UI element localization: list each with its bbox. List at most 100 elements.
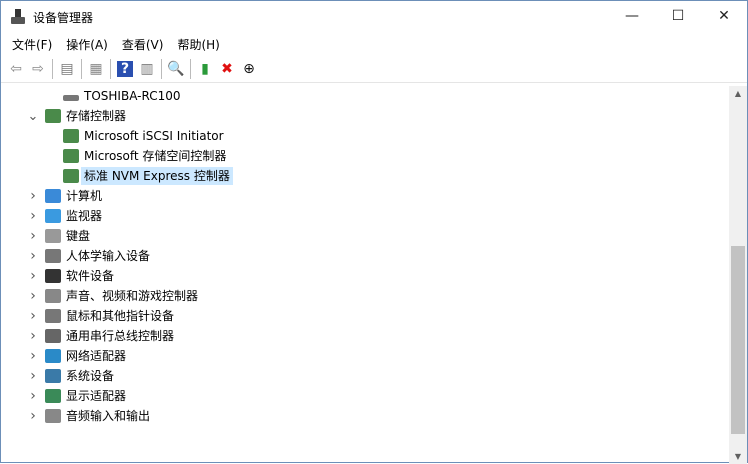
tree-item[interactable]: › 声音、视频和游戏控制器	[1, 286, 729, 306]
vertical-scrollbar[interactable]: ▲ ▼	[729, 86, 747, 464]
show-hide-console-tree-glyph: ▤	[60, 60, 74, 77]
menu-bar: 文件(F) 操作(A) 查看(V) 帮助(H)	[1, 33, 747, 55]
toolbar-separator	[81, 58, 82, 79]
toolbar-separator	[161, 58, 162, 79]
forward-icon[interactable]: ⇨	[27, 58, 49, 80]
scroll-down-arrow-icon[interactable]: ▼	[729, 452, 747, 461]
tree-item[interactable]: › 系统设备	[1, 366, 729, 386]
menu-help[interactable]: 帮助(H)	[170, 36, 226, 53]
menu-view[interactable]: 查看(V)	[115, 36, 171, 53]
expand-chevron-icon[interactable]: ›	[27, 308, 39, 324]
tree-item-label: 鼠标和其他指针设备	[66, 309, 175, 323]
tree-item-label: Microsoft 存储空间控制器	[84, 149, 227, 163]
toolbar-separator	[52, 58, 53, 79]
tree-item-label: TOSHIBA-RC100	[84, 89, 181, 103]
tree-item[interactable]: 标准 NVM Express 控制器	[1, 166, 729, 186]
tree-item-label: 标准 NVM Express 控制器	[81, 167, 233, 185]
software-icon	[45, 269, 61, 283]
collapse-chevron-icon[interactable]: ⌄	[27, 109, 39, 124]
audio-icon	[45, 409, 61, 423]
tree-item[interactable]: › 监视器	[1, 206, 729, 226]
tree-item[interactable]: ⌄ 存储控制器	[1, 106, 729, 126]
expand-chevron-icon[interactable]: ›	[27, 328, 39, 344]
device-manager-icon	[11, 9, 25, 25]
help-glyph: ?	[116, 60, 134, 77]
disk-icon	[63, 95, 79, 101]
tree-item-label: 监视器	[66, 209, 103, 223]
uninstall-device-glyph: ✖	[221, 60, 233, 77]
menu-file[interactable]: 文件(F)	[5, 36, 59, 53]
properties-icon[interactable]: ▦	[85, 58, 107, 80]
tree-item-label: 音频输入和输出	[66, 409, 151, 423]
expand-chevron-icon[interactable]: ›	[27, 408, 39, 424]
mouse-icon	[45, 309, 61, 323]
tree-item[interactable]: › 音频输入和输出	[1, 406, 729, 426]
scan-hardware-icon[interactable]: 🔍	[165, 58, 187, 80]
storage-icon	[45, 109, 61, 123]
close-button[interactable]: ✕	[701, 1, 747, 31]
tree-item-label: 网络适配器	[66, 349, 127, 363]
scan-hardware-glyph: 🔍	[167, 60, 185, 77]
keyboard-icon	[45, 229, 61, 243]
tree-item-label: 软件设备	[66, 269, 115, 283]
tree-item-label: 人体学输入设备	[66, 249, 151, 263]
update-driver-glyph: ▮	[201, 60, 209, 77]
back-icon[interactable]: ⇦	[5, 58, 27, 80]
toolbar-separator	[110, 58, 111, 79]
tree-item-label: Microsoft iSCSI Initiator	[84, 129, 224, 143]
show-action-pane-glyph: ▥	[140, 60, 154, 77]
show-action-pane-icon[interactable]: ▥	[136, 58, 158, 80]
tree-item[interactable]: TOSHIBA-RC100	[1, 86, 729, 106]
minimize-button[interactable]: —	[609, 1, 655, 31]
device-tree: TOSHIBA-RC100 ⌄ 存储控制器 Microsoft iSCSI Initi…	[1, 86, 729, 464]
window-title: 设备管理器	[33, 10, 94, 25]
uninstall-device-icon[interactable]: ✖	[216, 58, 238, 80]
monitor-icon	[45, 209, 61, 223]
display-icon	[45, 389, 61, 403]
maximize-button[interactable]: ☐	[655, 1, 701, 31]
tree-item[interactable]: › 计算机	[1, 186, 729, 206]
menu-action[interactable]: 操作(A)	[59, 36, 115, 53]
computer-icon	[45, 189, 61, 203]
sound-icon	[45, 289, 61, 303]
toolbar: ⇦ ⇨ ▤ ▦? ▥ 🔍 ▮ ✖ ⊕	[1, 55, 747, 83]
disable-device-icon[interactable]: ⊕	[238, 58, 260, 80]
tree-item[interactable]: › 人体学输入设备	[1, 246, 729, 266]
tree-item[interactable]: › 软件设备	[1, 266, 729, 286]
expand-chevron-icon[interactable]: ›	[27, 228, 39, 244]
show-hide-console-tree-icon[interactable]: ▤	[56, 58, 78, 80]
tree-item[interactable]: › 网络适配器	[1, 346, 729, 366]
expand-chevron-icon[interactable]: ›	[27, 188, 39, 204]
scroll-up-arrow-icon[interactable]: ▲	[729, 89, 747, 98]
expand-chevron-icon[interactable]: ›	[27, 288, 39, 304]
expand-chevron-icon[interactable]: ›	[27, 268, 39, 284]
hid-icon	[45, 249, 61, 263]
expand-chevron-icon[interactable]: ›	[27, 208, 39, 224]
update-driver-icon[interactable]: ▮	[194, 58, 216, 80]
tree-item[interactable]: Microsoft 存储空间控制器	[1, 146, 729, 166]
expand-chevron-icon[interactable]: ›	[27, 388, 39, 404]
tree-item[interactable]: › 键盘	[1, 226, 729, 246]
expand-chevron-icon[interactable]: ›	[27, 248, 39, 264]
usb-icon	[45, 329, 61, 343]
tree-item-label: 通用串行总线控制器	[66, 329, 175, 343]
scrollbar-thumb[interactable]	[731, 246, 745, 434]
storage-icon	[63, 169, 79, 183]
tree-item-label: 显示适配器	[66, 389, 127, 403]
tree-item[interactable]: › 通用串行总线控制器	[1, 326, 729, 346]
toolbar-separator	[190, 58, 191, 79]
tree-item-label: 声音、视频和游戏控制器	[66, 289, 199, 303]
storage-icon	[63, 149, 79, 163]
forward-glyph: ⇨	[32, 60, 44, 77]
storage-icon	[63, 129, 79, 143]
tree-item-label: 系统设备	[66, 369, 115, 383]
tree-item[interactable]: Microsoft iSCSI Initiator	[1, 126, 729, 146]
expand-chevron-icon[interactable]: ›	[27, 348, 39, 364]
tree-item[interactable]: › 鼠标和其他指针设备	[1, 306, 729, 326]
help-icon[interactable]: ?	[114, 58, 136, 80]
tree-item-label: 计算机	[66, 189, 103, 203]
network-icon	[45, 349, 61, 363]
expand-chevron-icon[interactable]: ›	[27, 368, 39, 384]
tree-item[interactable]: › 显示适配器	[1, 386, 729, 406]
title-bar: 设备管理器 — ☐ ✕	[1, 1, 747, 33]
